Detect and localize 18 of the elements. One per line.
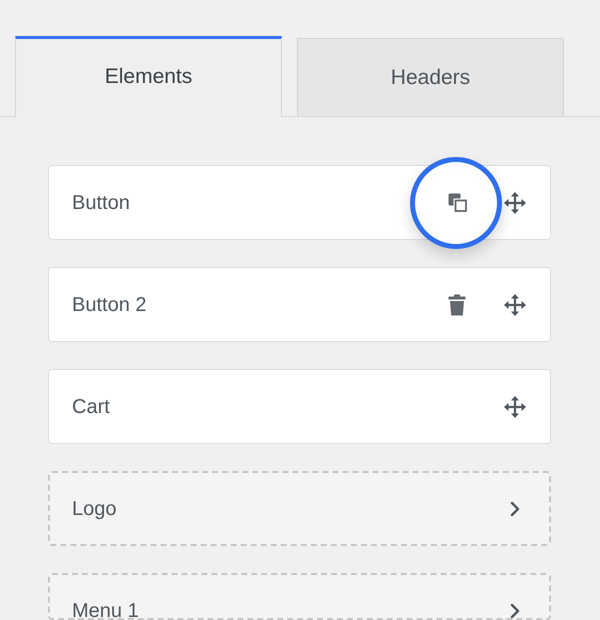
element-label: Menu 1 bbox=[72, 600, 140, 618]
element-label: Cart bbox=[72, 396, 111, 416]
chevron-right-icon[interactable] bbox=[510, 602, 520, 618]
chevron-right-icon[interactable] bbox=[510, 500, 520, 516]
element-label: Logo bbox=[72, 498, 118, 518]
element-label: Button 2 bbox=[72, 294, 148, 314]
trash-icon[interactable] bbox=[448, 294, 466, 316]
tab[interactable]: Headers bbox=[297, 38, 564, 116]
copy-icon[interactable] bbox=[448, 193, 466, 212]
move-icon[interactable] bbox=[504, 396, 526, 418]
dashed-card[interactable]: Logo bbox=[48, 471, 551, 546]
dashed-card[interactable]: Menu 1 bbox=[48, 573, 551, 620]
tab[interactable]: Elements bbox=[15, 36, 282, 117]
move-icon[interactable] bbox=[504, 294, 526, 316]
element-label: Button bbox=[72, 192, 131, 212]
move-icon[interactable] bbox=[504, 192, 526, 214]
element-card[interactable]: Cart bbox=[48, 369, 551, 444]
element-card[interactable]: Button 2 bbox=[48, 267, 551, 342]
